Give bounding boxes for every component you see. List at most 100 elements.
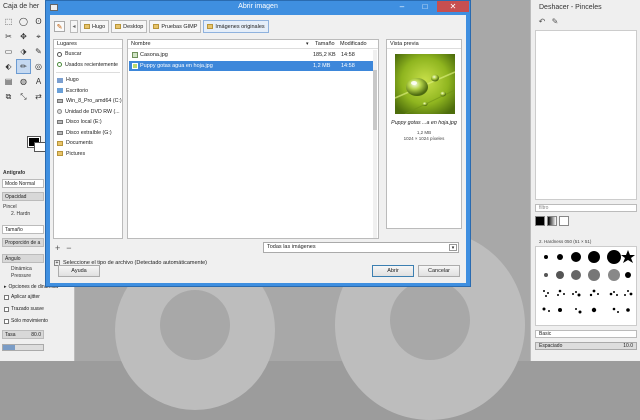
file-list-scrollbar[interactable]	[373, 50, 377, 238]
scrollbar-thumb[interactable]	[373, 70, 377, 130]
file-filter-select[interactable]: Todas las imágenes ▾	[263, 242, 459, 253]
smooth-stroke-checkbox[interactable]: Trazado suave	[4, 306, 44, 312]
search-icon	[57, 51, 62, 57]
file-row[interactable]: Casona.jpg 185,2 KB 14:58	[129, 50, 373, 60]
places-item[interactable]: Win_8_Pro_amd64 (C:)	[54, 96, 122, 107]
brushes-icon[interactable]: ✎	[550, 16, 560, 26]
apply-jitter-checkbox[interactable]: Aplicar ajitter	[4, 294, 40, 300]
mode-value: Normal	[18, 181, 36, 187]
undo-history-icon[interactable]: ↶	[537, 16, 547, 26]
column-size[interactable]: Tamaño	[315, 41, 335, 47]
tool-flip-icon[interactable]: ⇄	[32, 90, 45, 103]
file-modified: 14:58	[341, 52, 355, 58]
tool-scissors-icon[interactable]: ✂	[2, 30, 15, 43]
tool-fill-icon[interactable]: ▤	[2, 75, 15, 88]
breadcrumb-item-desktop[interactable]: Desktop	[111, 20, 148, 33]
places-item[interactable]: Pictures	[54, 149, 122, 160]
rate-label: Tasa	[5, 332, 16, 338]
undo-history-list[interactable]	[535, 30, 637, 200]
tool-pencil-icon[interactable]: ✎	[32, 45, 45, 58]
brush-label: Pincel	[3, 204, 17, 210]
drive-icon	[57, 130, 63, 135]
places-item[interactable]: Escritorio	[54, 86, 122, 97]
column-name[interactable]: Nombre	[131, 41, 151, 47]
places-item-label: Pictures	[66, 150, 86, 157]
places-item[interactable]: Unidad de DVD RW (...	[54, 107, 122, 118]
preview-filename: Puppy gotas ...a en hoja.jpg	[391, 120, 457, 126]
drive-icon	[57, 99, 63, 104]
tool-free-select-icon[interactable]: ʘ	[32, 15, 45, 28]
add-bookmark-icon[interactable]: +	[55, 243, 60, 253]
tool-paintbrush-icon[interactable]: ✏	[16, 59, 31, 74]
lock-checkbox[interactable]: Sólo movimiento	[4, 318, 48, 324]
minimize-button[interactable]: –	[391, 1, 413, 12]
tool-dodge-icon[interactable]: ◍	[17, 75, 30, 88]
file-modified: 14:58	[341, 63, 355, 69]
tool-rect-select-icon[interactable]: ⬚	[2, 15, 15, 28]
breadcrumb-item-home[interactable]: Hugo	[80, 20, 110, 33]
help-button[interactable]: Ayuda	[58, 265, 100, 277]
brush-swatch[interactable]	[535, 216, 545, 226]
tool-heal-icon[interactable]: ◎	[32, 60, 45, 73]
maximize-button[interactable]: □	[414, 1, 436, 12]
edit-location-button[interactable]: ✎	[54, 21, 65, 32]
brush-grid[interactable]	[535, 246, 637, 326]
places-item[interactable]: Disco local (E:)	[54, 117, 122, 128]
size-slider[interactable]: Tamaño	[2, 225, 44, 234]
mode-select[interactable]: Modo Normal	[2, 179, 44, 188]
file-row[interactable]: Puppy gotas agua en hoja.jpg 1,2 MB 14:58	[129, 61, 373, 71]
tool-move-icon[interactable]: ✥	[17, 30, 30, 43]
tool-align-icon[interactable]: ⌖	[32, 30, 45, 43]
apply-jitter-label: Aplicar ajitter	[11, 294, 40, 300]
breadcrumb-item-current[interactable]: Imágenes originales	[203, 20, 269, 33]
column-modified[interactable]: Modificado	[340, 41, 367, 47]
angle-slider[interactable]: Ángulo	[2, 254, 44, 263]
chevron-down-icon: ▾	[449, 244, 457, 251]
pattern-swatch[interactable]	[559, 216, 569, 226]
close-button[interactable]: ✕	[437, 1, 469, 12]
places-toolbar: + −	[55, 243, 72, 253]
places-item[interactable]: Disco extraíble (G:)	[54, 128, 122, 139]
places-item-label: Documents	[66, 140, 93, 147]
brush-thumbnails[interactable]	[536, 247, 637, 326]
places-list: Buscar Usados recientemente Hugo Escritorio…	[54, 49, 122, 159]
ratio-slider[interactable]: Proporción de a	[2, 238, 44, 247]
opacity-slider[interactable]: Opacidad	[2, 192, 44, 201]
lock-label: Sólo movimiento	[11, 318, 48, 324]
cancel-button[interactable]: Cancelar	[418, 265, 460, 277]
tool-rotate-icon[interactable]: ⬗	[17, 45, 30, 58]
file-name-cell: Puppy gotas agua en hoja.jpg	[132, 63, 213, 69]
open-button[interactable]: Abrir	[372, 265, 414, 277]
tool-scale-icon[interactable]: ⤡	[17, 90, 30, 103]
spacing-slider[interactable]: Espaciado 10.0	[535, 342, 637, 350]
checkbox-icon	[4, 294, 9, 300]
toolbox-title: Caja de her	[3, 3, 40, 10]
places-item-label: Escritorio	[66, 87, 89, 94]
dialog-titlebar[interactable]: Abrir imagen – □ ✕	[46, 1, 470, 15]
breadcrumb-back-arrow[interactable]: ◂	[70, 20, 78, 33]
places-item[interactable]: Hugo	[54, 75, 122, 86]
tool-clone-icon[interactable]: ⧉	[2, 90, 15, 103]
breadcrumb-item-pruebas[interactable]: Pruebas GIMP	[149, 20, 202, 33]
disc-icon	[57, 109, 62, 115]
rate-value: 80.0	[31, 332, 41, 338]
list-item[interactable]	[538, 35, 634, 43]
brush-filter-input[interactable]: filtro	[535, 204, 637, 212]
extra-slider[interactable]	[2, 344, 44, 351]
places-item[interactable]: Usados recientemente	[54, 60, 122, 71]
tool-crop-icon[interactable]: ▭	[2, 45, 15, 58]
brush-name: 2. Hardness 050 (51 × 51)	[539, 239, 592, 244]
rate-slider[interactable]: Tasa 80.0	[2, 330, 44, 339]
gradient-swatch[interactable]	[547, 216, 557, 226]
tool-text-icon[interactable]: A	[32, 75, 45, 88]
remove-bookmark-icon[interactable]: −	[66, 243, 71, 253]
places-item-label: Unidad de DVD RW (...	[65, 108, 120, 115]
tool-ellipse-select-icon[interactable]: ◯	[17, 15, 30, 28]
places-item[interactable]: Documents	[54, 138, 122, 149]
preview-thumbnail	[395, 54, 455, 114]
places-header[interactable]: Lugares	[54, 40, 122, 49]
brush-preset-select[interactable]: Basic	[535, 330, 637, 338]
slider-fill	[3, 345, 15, 350]
tool-perspective-icon[interactable]: ⬖	[2, 60, 15, 73]
places-item[interactable]: Buscar	[54, 49, 122, 60]
